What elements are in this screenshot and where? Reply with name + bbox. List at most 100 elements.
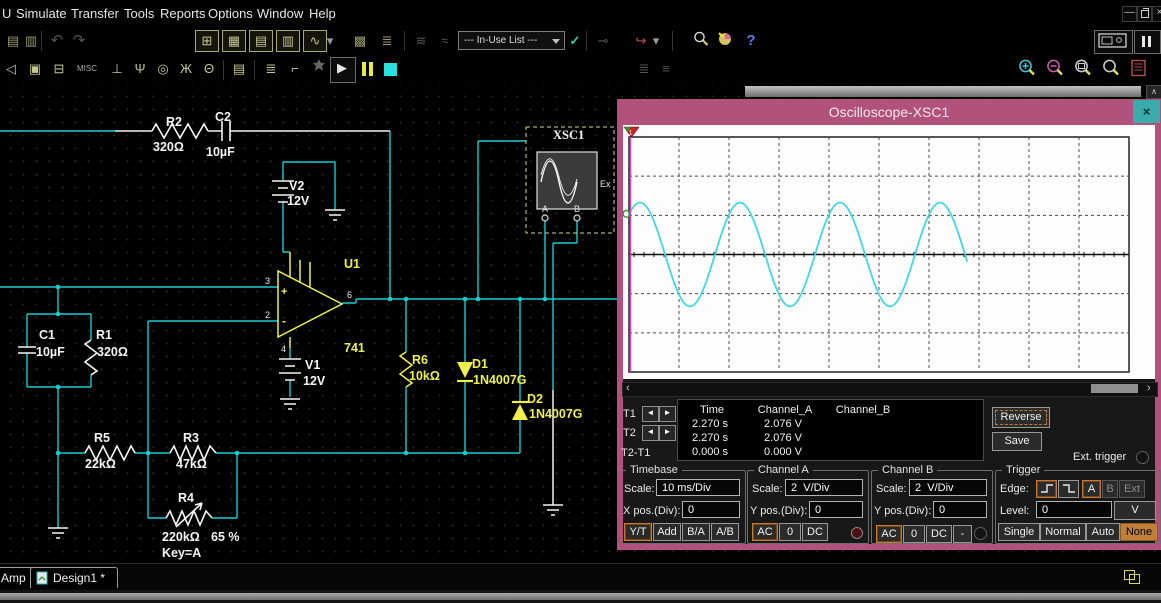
- instruments-rack-button[interactable]: [1094, 30, 1133, 54]
- transfer-export-icon[interactable]: ↪: [630, 30, 652, 52]
- ground-left[interactable]: [48, 527, 68, 539]
- window-restore-icon[interactable]: [1137, 6, 1152, 22]
- falling-edge-button[interactable]: [1058, 480, 1079, 498]
- channel-b-zero-button[interactable]: 0: [903, 525, 925, 543]
- trigger-none-button[interactable]: None: [1120, 523, 1158, 541]
- oscilloscope-title[interactable]: Oscilloscope-XSC1: [617, 99, 1161, 125]
- rf-component-icon[interactable]: Ж: [175, 58, 197, 80]
- redo-icon[interactable]: ↷: [68, 30, 90, 52]
- menu-transfer[interactable]: Transfer: [71, 0, 119, 27]
- zoom-out-icon[interactable]: [1044, 58, 1066, 80]
- capacitor-c1[interactable]: [18, 346, 36, 354]
- channel-a-indicator[interactable]: [851, 527, 863, 539]
- help-icon[interactable]: ?: [740, 30, 762, 52]
- timebase-xpos-input[interactable]: [682, 501, 740, 518]
- analog-component-icon[interactable]: Ψ: [129, 58, 151, 80]
- breadboard-view-icon[interactable]: ▥: [276, 30, 300, 52]
- scroll-left-icon[interactable]: ‹: [626, 383, 630, 394]
- channel-b-ypos-input[interactable]: [933, 501, 987, 518]
- menu-fragment[interactable]: U: [2, 0, 11, 27]
- ground-right[interactable]: [543, 504, 563, 516]
- zoom-area-icon[interactable]: [1072, 58, 1094, 80]
- rising-edge-button[interactable]: [1036, 480, 1057, 498]
- grapher-dropdown-icon[interactable]: ▾: [325, 30, 335, 52]
- interactive-settings-icon[interactable]: [308, 58, 330, 80]
- bus-icon[interactable]: ⌐: [284, 58, 306, 80]
- save-button[interactable]: Save: [992, 432, 1042, 451]
- ba-mode-button[interactable]: B/A: [682, 523, 710, 541]
- t1-right-icon[interactable]: ►: [659, 406, 676, 422]
- grapher-icon[interactable]: ∿: [303, 30, 327, 52]
- window-close-icon[interactable]: ×: [1152, 6, 1161, 22]
- channel-a-scale-input[interactable]: [785, 479, 863, 496]
- probe-settings-icon[interactable]: [714, 30, 736, 52]
- menu-tools[interactable]: Tools: [124, 0, 154, 27]
- reverse-button[interactable]: Reverse: [992, 407, 1050, 428]
- stop-simulation-button[interactable]: [384, 63, 397, 76]
- menu-options[interactable]: Options: [208, 0, 253, 27]
- menu-reports[interactable]: Reports: [160, 0, 206, 27]
- description-box-icon[interactable]: ≣: [633, 58, 655, 80]
- channel-b-dc-button[interactable]: DC: [926, 525, 952, 543]
- potentiometer-r4[interactable]: [165, 508, 213, 528]
- run-simulation-button[interactable]: ▶: [330, 57, 356, 83]
- database-manager-icon[interactable]: ▤: [249, 30, 273, 52]
- zoom-page-icon[interactable]: [1128, 58, 1150, 80]
- trigger-level-unit-dropdown[interactable]: V: [1114, 501, 1156, 520]
- diode-component-icon[interactable]: ◁: [0, 58, 22, 80]
- trigger-normal-button[interactable]: Normal: [1040, 523, 1086, 541]
- postprocessor-icon[interactable]: ▩: [349, 30, 371, 52]
- undo-icon[interactable]: ↶: [46, 30, 68, 52]
- find-icon[interactable]: [690, 30, 712, 52]
- hierarchy-icon[interactable]: ≣: [376, 30, 398, 52]
- t1-left-icon[interactable]: ◄: [642, 406, 659, 422]
- oscilloscope-instrument-xsc1[interactable]: A B Ex: [525, 126, 615, 234]
- timebase-scale-input[interactable]: [656, 479, 740, 496]
- ext-trigger-indicator[interactable]: [1136, 451, 1149, 464]
- pause-button[interactable]: [362, 62, 366, 76]
- diode-d1[interactable]: [457, 362, 473, 383]
- ground-v2[interactable]: [325, 209, 345, 221]
- pause-simulation-button[interactable]: [1134, 30, 1161, 54]
- channel-b-indicator[interactable]: [974, 527, 987, 540]
- zoom-in-icon[interactable]: [1016, 58, 1038, 80]
- tab-design1[interactable]: Design1 *: [30, 567, 118, 588]
- ground-v1[interactable]: [280, 398, 300, 410]
- menu-help[interactable]: Help: [309, 0, 336, 27]
- trigger-level-input[interactable]: [1036, 501, 1112, 518]
- zoom-fit-icon[interactable]: [1100, 58, 1122, 80]
- menu-simulate[interactable]: Simulate: [16, 0, 67, 27]
- resistor-r1[interactable]: [83, 339, 99, 376]
- scroll-right-icon[interactable]: ›: [1147, 383, 1151, 394]
- transistor-component-icon[interactable]: ⊥: [106, 58, 128, 80]
- ab-mode-button[interactable]: A/B: [711, 523, 739, 541]
- indicator-component-icon[interactable]: ◎: [152, 58, 174, 80]
- power-source-icon[interactable]: ⊟: [48, 58, 70, 80]
- spreadsheet-view-icon[interactable]: ▦: [222, 30, 246, 52]
- yt-mode-button[interactable]: Y/T: [624, 523, 652, 541]
- channel-a-zero-button[interactable]: 0: [779, 523, 801, 541]
- trigger-source-b-button[interactable]: B: [1102, 480, 1118, 498]
- trigger-source-ext-button[interactable]: Ext: [1119, 480, 1145, 498]
- misc-component-icon[interactable]: MISC: [72, 58, 102, 80]
- oscilloscope-hscrollbar[interactable]: ‹ ›: [622, 382, 1158, 397]
- mcu-component-icon[interactable]: ▤: [228, 58, 250, 80]
- transfer-ultiboard-icon[interactable]: ⊸: [592, 30, 614, 52]
- back-annotate-icon[interactable]: ≋: [410, 30, 432, 52]
- white-wire-segments[interactable]: [115, 130, 554, 505]
- oscilloscope-close-icon[interactable]: ×: [1133, 100, 1160, 123]
- channel-b-minus-button[interactable]: -: [953, 525, 972, 543]
- channel-a-ac-button[interactable]: AC: [752, 523, 778, 541]
- forward-annotate-icon[interactable]: ≈: [434, 30, 456, 52]
- in-use-list-dropdown[interactable]: --- In-Use List ---: [458, 31, 565, 50]
- capacitor-c2[interactable]: [221, 121, 231, 141]
- t2-left-icon[interactable]: ◄: [642, 425, 659, 441]
- electromech-component-icon[interactable]: Θ: [198, 58, 220, 80]
- design-toolbox-icon[interactable]: ⊞: [195, 30, 219, 52]
- add-mode-button[interactable]: Add: [653, 523, 681, 541]
- erc-check-icon[interactable]: ✓: [564, 30, 586, 52]
- scroll-thumb[interactable]: [1091, 384, 1138, 393]
- trigger-source-a-button[interactable]: A: [1082, 480, 1101, 498]
- oscilloscope-display[interactable]: 1: [622, 125, 1155, 379]
- channel-a-dc-button[interactable]: DC: [802, 523, 828, 541]
